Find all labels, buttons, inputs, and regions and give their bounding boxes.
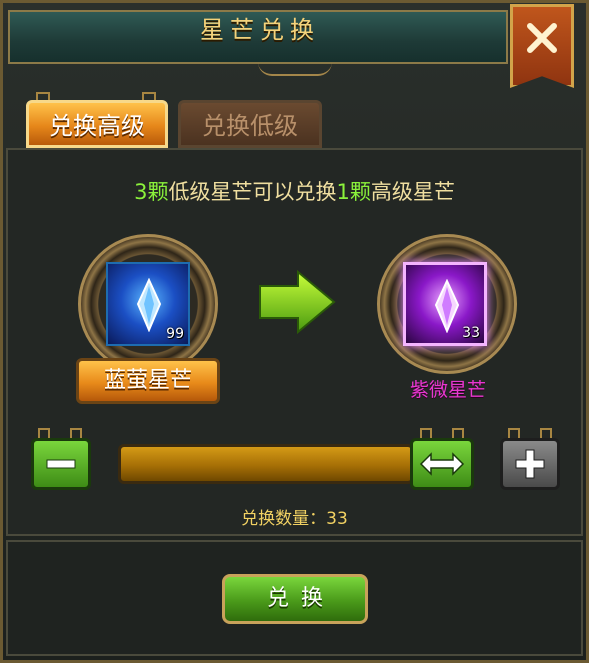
source-item-count: 99 [166,326,184,342]
hint-count-a: 3颗 [134,180,169,204]
title-ornament [258,62,332,76]
target-item-slot[interactable]: 33 [403,262,487,346]
exchange-button[interactable]: 兑换 [222,574,368,624]
decrease-button[interactable] [31,438,91,490]
dialog-title: 星芒兑换 [200,16,320,44]
target-item-count: 33 [462,325,480,341]
blue-crystal-icon [136,278,162,332]
double-arrow-icon [419,452,465,476]
hint-text-a: 低级星芒可以兑换 [168,180,337,204]
increase-button[interactable] [500,438,560,490]
tab-exchange-high[interactable]: 兑换高级 [26,100,168,148]
quantity-slider[interactable] [118,444,414,484]
close-x-icon [527,23,557,53]
source-item-slot[interactable]: 99 [106,262,190,346]
tab-exchange-low[interactable]: 兑换低级 [178,100,322,148]
source-item-name-button[interactable]: 蓝萤星芒 [76,358,220,404]
quantity-label: 兑换数量： [241,509,327,529]
hint-text-b: 高级星芒 [370,180,455,204]
exchange-quantity: 兑换数量：33 [0,504,589,529]
exchange-hint: 3颗低级星芒可以兑换1颗高级星芒 [0,176,589,206]
quantity-value: 33 [326,509,348,529]
hint-count-b: 1颗 [336,180,371,204]
purple-crystal-icon [434,279,460,333]
close-button[interactable] [510,4,574,88]
minus-icon [46,459,76,469]
target-item-name: 紫微星芒 [409,379,486,401]
plus-icon [515,449,545,479]
slider-handle[interactable] [410,438,474,490]
right-arrow-icon [259,270,336,334]
